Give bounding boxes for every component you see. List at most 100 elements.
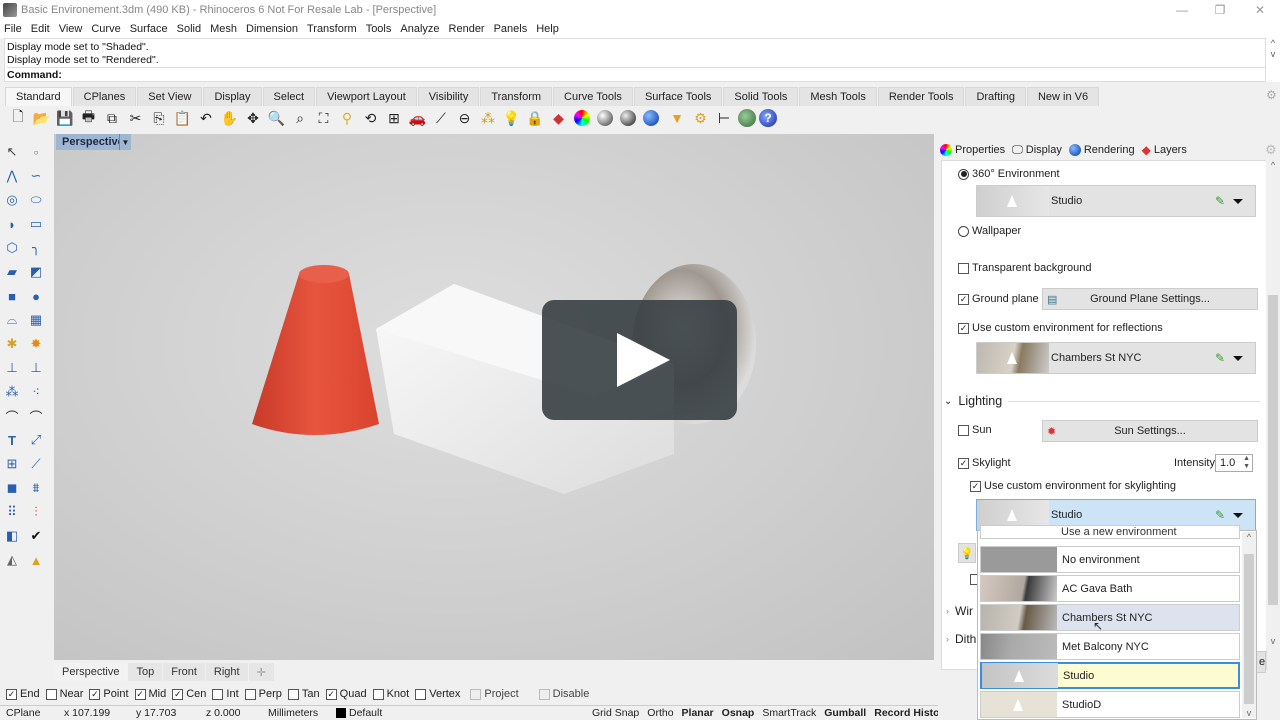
checkbox[interactable]: ✓ bbox=[172, 688, 184, 700]
radio-button[interactable] bbox=[958, 225, 969, 237]
checkbox[interactable]: ✓ bbox=[134, 688, 146, 700]
sun-checkbox[interactable]: Sun bbox=[958, 424, 992, 436]
panel-tab-layers[interactable]: ◆ Layers bbox=[1142, 143, 1187, 157]
video-play-button[interactable] bbox=[542, 300, 737, 420]
tab-standard[interactable]: Standard bbox=[5, 87, 72, 106]
osnap-quad[interactable]: ✓ Quad bbox=[325, 688, 367, 700]
osnap-tan[interactable]: Tan bbox=[287, 688, 320, 700]
panel-tab-rendering[interactable]: Rendering bbox=[1068, 144, 1135, 156]
environment-dropdown[interactable]: Use a new environment No environment AC … bbox=[977, 525, 1257, 720]
polyline-icon[interactable]: ⋀ bbox=[2, 166, 22, 186]
perspective-viewport[interactable] bbox=[54, 134, 934, 660]
edit-pencil-icon[interactable]: ✎ bbox=[1215, 508, 1225, 522]
checkbox[interactable]: ✓ bbox=[958, 293, 969, 305]
checkbox[interactable]: ✓ bbox=[6, 688, 17, 700]
checkbox[interactable] bbox=[538, 688, 550, 700]
checkbox[interactable] bbox=[958, 424, 969, 436]
dropdown-item[interactable]: Chambers St NYC ↖ bbox=[980, 604, 1240, 633]
curve-icon[interactable]: ∽ bbox=[26, 166, 46, 186]
tab-curve-tools[interactable]: Curve Tools bbox=[553, 87, 633, 106]
fillet-icon[interactable]: ⌒ bbox=[2, 406, 22, 426]
save-icon[interactable]: 💾 bbox=[55, 108, 75, 128]
dithering-section-header[interactable]: › Dith bbox=[946, 632, 976, 646]
checkbox[interactable] bbox=[470, 688, 482, 700]
rotate-view-icon[interactable]: ✥ bbox=[243, 108, 263, 128]
pan-icon[interactable]: ✋ bbox=[220, 108, 240, 128]
viewport-menu-arrow-icon[interactable]: ▼ bbox=[119, 134, 131, 150]
render-tools-icon[interactable]: ◧ bbox=[2, 526, 22, 546]
scale-icon[interactable]: ⤢ bbox=[26, 430, 46, 450]
light-icon[interactable]: 💡 bbox=[502, 108, 522, 128]
planar-surface-icon[interactable]: ⩩ bbox=[26, 478, 46, 498]
move-icon[interactable]: ⟋ bbox=[26, 454, 46, 474]
undo-icon[interactable]: ↶ bbox=[196, 108, 216, 128]
scrollbar-thumb[interactable] bbox=[1268, 295, 1278, 605]
copy-icon[interactable]: ⎘ bbox=[149, 108, 169, 128]
menu-mesh[interactable]: Mesh bbox=[210, 23, 237, 35]
menu-tools[interactable]: Tools bbox=[366, 23, 392, 35]
checkbox[interactable]: ✓ bbox=[325, 688, 337, 700]
checkbox[interactable]: ✓ bbox=[958, 457, 969, 469]
status-toggle-gumball[interactable]: Gumball bbox=[820, 707, 870, 719]
trim-icon[interactable]: ⊥ bbox=[2, 358, 22, 378]
extrude-surface-icon[interactable]: ◩ bbox=[26, 262, 46, 282]
command-history[interactable]: Display mode set to "Shaded". Display mo… bbox=[4, 38, 1266, 82]
tab-drafting[interactable]: Drafting bbox=[965, 87, 1026, 106]
menu-panels[interactable]: Panels bbox=[494, 23, 528, 35]
dimension-icon[interactable]: ⊢ bbox=[714, 108, 734, 128]
mesh-icon[interactable]: ▦ bbox=[26, 310, 46, 330]
scroll-up-icon[interactable]: ^ bbox=[1242, 532, 1256, 542]
menu-view[interactable]: View bbox=[59, 23, 83, 35]
osnap-icon[interactable]: ⊖ bbox=[455, 108, 475, 128]
cplane-label[interactable]: CPlane bbox=[0, 707, 58, 719]
checkbox[interactable]: ✓ bbox=[958, 322, 969, 334]
view-tab-front[interactable]: Front bbox=[163, 663, 205, 681]
menu-surface[interactable]: Surface bbox=[130, 23, 168, 35]
scroll-down-icon[interactable]: v bbox=[1266, 636, 1280, 646]
units-label[interactable]: Millimeters bbox=[262, 707, 330, 719]
status-toggle-ortho[interactable]: Ortho bbox=[643, 707, 677, 719]
split-icon[interactable]: ⊥ bbox=[26, 358, 46, 378]
print-icon[interactable]: 🖶 bbox=[79, 108, 99, 128]
checkbox[interactable] bbox=[415, 688, 427, 700]
tab-transform[interactable]: Transform bbox=[480, 87, 553, 106]
maximize-button[interactable]: ❐ bbox=[1200, 0, 1240, 20]
minimize-button[interactable]: — bbox=[1162, 0, 1202, 20]
car-icon[interactable]: 🚗 bbox=[408, 108, 428, 128]
custom-skylight-checkbox[interactable]: ✓ Use custom environment for skylighting bbox=[970, 480, 1176, 492]
lock-icon[interactable]: 🔒 bbox=[525, 108, 545, 128]
wallpaper-radio[interactable]: Wallpaper bbox=[958, 225, 1021, 237]
radio-button[interactable] bbox=[958, 168, 969, 180]
panel-tab-properties[interactable]: Properties bbox=[940, 144, 1005, 156]
text-icon[interactable]: T bbox=[2, 430, 22, 450]
transparent-bg-checkbox[interactable]: Transparent background bbox=[958, 262, 1091, 274]
menu-edit[interactable]: Edit bbox=[31, 23, 50, 35]
layer-indicator[interactable]: Default bbox=[330, 707, 470, 719]
shaded-sphere-icon[interactable] bbox=[597, 110, 613, 126]
shapes-icon[interactable]: ◭ bbox=[2, 550, 22, 570]
checkbox[interactable] bbox=[212, 688, 224, 700]
paste-icon[interactable]: 📋 bbox=[173, 108, 193, 128]
ellipse-icon[interactable]: ⬭ bbox=[26, 190, 46, 210]
ungroup-icon[interactable]: ⁖ bbox=[26, 382, 46, 402]
cylinder-icon[interactable]: ⌓ bbox=[2, 310, 22, 330]
render-icon[interactable]: ▼ bbox=[667, 108, 687, 128]
options-gear-icon[interactable]: ⚙ bbox=[691, 108, 711, 128]
scroll-up-icon[interactable]: ^ bbox=[1266, 160, 1280, 170]
tab-render-tools[interactable]: Render Tools bbox=[877, 87, 965, 106]
tab-visibility[interactable]: Visibility bbox=[417, 87, 480, 106]
menu-dimension[interactable]: Dimension bbox=[246, 23, 298, 35]
scrollbar-thumb[interactable] bbox=[1244, 554, 1254, 704]
sun-settings-button[interactable]: ✹ Sun Settings... bbox=[1042, 420, 1258, 442]
dropdown-caret-icon[interactable] bbox=[1233, 355, 1243, 361]
dropdown-caret-icon[interactable] bbox=[1233, 198, 1243, 204]
menu-file[interactable]: File bbox=[4, 23, 22, 35]
dropdown-item[interactable]: Met Balcony NYC bbox=[980, 633, 1240, 660]
pyramid-icon[interactable]: ▲ bbox=[26, 550, 46, 570]
lightbulb-icon[interactable]: 💡 bbox=[958, 543, 976, 563]
view-tab-right[interactable]: Right bbox=[205, 663, 248, 681]
menu-help[interactable]: Help bbox=[536, 23, 559, 35]
cut-icon[interactable]: ✂ bbox=[126, 108, 146, 128]
surface-icon[interactable]: ▰ bbox=[2, 262, 22, 282]
status-toggle-smarttrack[interactable]: SmartTrack bbox=[758, 707, 820, 719]
